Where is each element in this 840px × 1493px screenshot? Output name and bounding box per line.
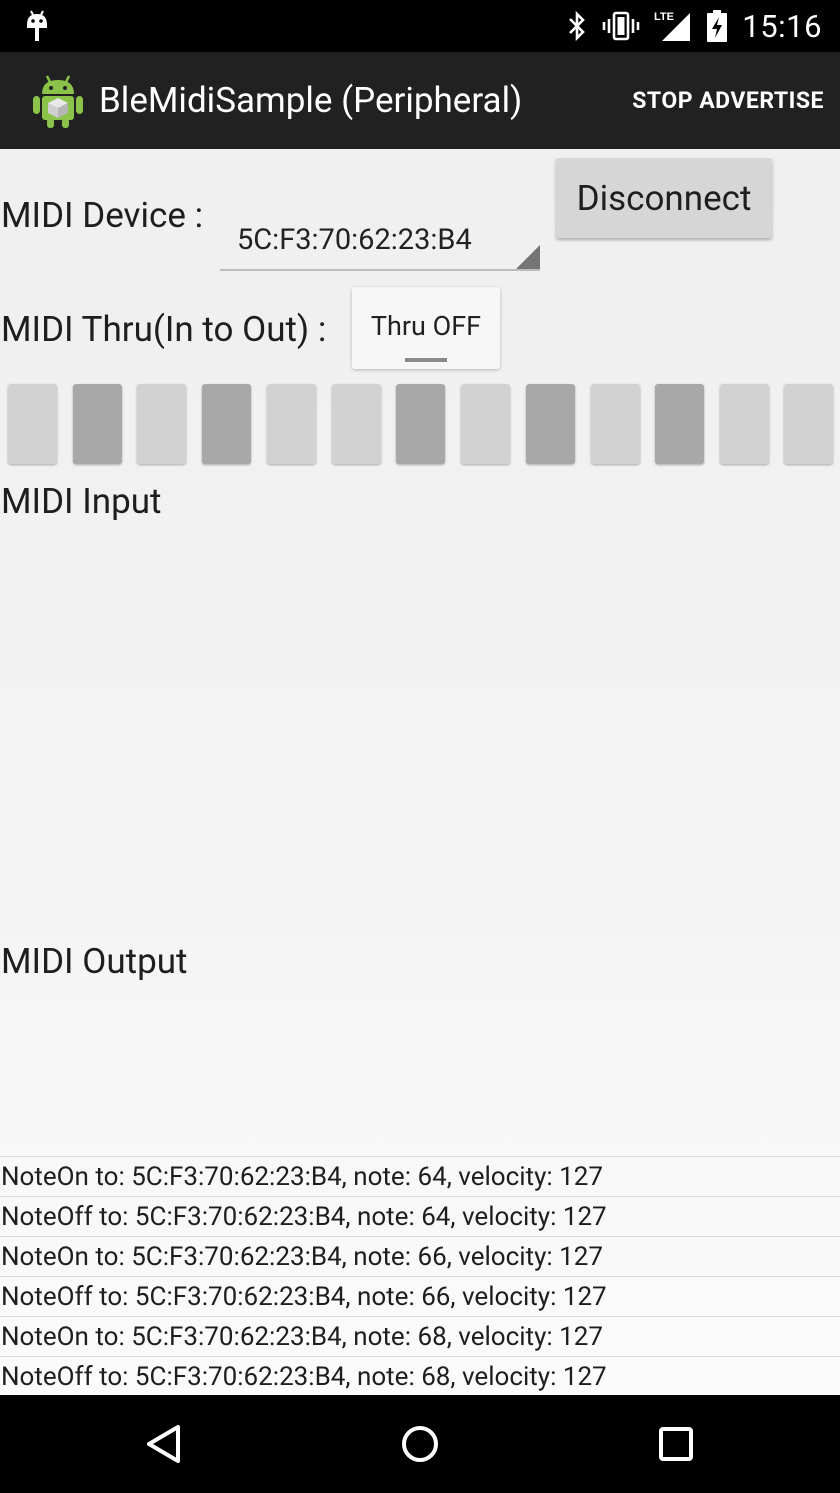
status-bar: LTE 15:16 bbox=[0, 0, 840, 52]
piano-key[interactable] bbox=[396, 384, 445, 464]
toggle-indicator bbox=[405, 358, 447, 362]
thru-toggle-label: Thru OFF bbox=[370, 310, 482, 342]
log-line: NoteOn to: 5C:F3:70:62:23:B4, note: 68, … bbox=[0, 1316, 840, 1356]
piano-key[interactable] bbox=[784, 384, 833, 464]
piano-key[interactable] bbox=[461, 384, 510, 464]
piano-key[interactable] bbox=[591, 384, 640, 464]
log-line: NoteOn to: 5C:F3:70:62:23:B4, note: 64, … bbox=[0, 1156, 840, 1196]
android-debug-icon bbox=[27, 10, 47, 41]
disconnect-button[interactable]: Disconnect bbox=[556, 158, 772, 238]
midi-device-selected: 5C:F3:70:62:23:B4 bbox=[237, 223, 472, 257]
back-icon[interactable] bbox=[140, 1419, 190, 1469]
lte-signal-icon: LTE bbox=[654, 11, 691, 41]
piano-key[interactable] bbox=[137, 384, 186, 464]
midi-output-log: NoteOn to: 5C:F3:70:62:23:B4, note: 64, … bbox=[0, 1156, 840, 1396]
midi-thru-label: MIDI Thru(In to Out) : bbox=[1, 309, 327, 350]
log-line: NoteOff to: 5C:F3:70:62:23:B4, note: 68,… bbox=[0, 1356, 840, 1396]
stop-advertise-button[interactable]: STOP ADVERTISE bbox=[632, 87, 824, 114]
piano-key[interactable] bbox=[655, 384, 704, 464]
piano-key[interactable] bbox=[202, 384, 251, 464]
home-icon[interactable] bbox=[395, 1419, 445, 1469]
battery-charging-icon bbox=[707, 10, 728, 42]
log-line: NoteOn to: 5C:F3:70:62:23:B4, note: 66, … bbox=[0, 1236, 840, 1276]
android-app-icon bbox=[33, 75, 83, 128]
piano-key[interactable] bbox=[73, 384, 122, 464]
piano-key[interactable] bbox=[526, 384, 575, 464]
recents-icon[interactable] bbox=[651, 1419, 701, 1469]
main-content: MIDI Device : 5C:F3:70:62:23:B4 Disconne… bbox=[0, 149, 840, 1395]
midi-device-spinner[interactable]: 5C:F3:70:62:23:B4 bbox=[220, 175, 540, 271]
lte-label: LTE bbox=[654, 11, 674, 23]
thru-toggle-button[interactable]: Thru OFF bbox=[352, 287, 500, 369]
log-line: NoteOff to: 5C:F3:70:62:23:B4, note: 66,… bbox=[0, 1276, 840, 1316]
piano-key[interactable] bbox=[267, 384, 316, 464]
piano-key[interactable] bbox=[8, 384, 57, 464]
status-icons: LTE 15:16 bbox=[566, 0, 822, 52]
midi-device-label: MIDI Device : bbox=[1, 195, 204, 236]
piano-key[interactable] bbox=[332, 384, 381, 464]
bluetooth-icon bbox=[569, 10, 586, 42]
midi-output-label: MIDI Output bbox=[1, 941, 188, 982]
app-title: BleMidiSample (Peripheral) bbox=[99, 80, 523, 121]
piano-keyboard bbox=[0, 384, 840, 468]
action-bar: BleMidiSample (Peripheral) STOP ADVERTIS… bbox=[0, 52, 840, 149]
log-line: NoteOff to: 5C:F3:70:62:23:B4, note: 64,… bbox=[0, 1196, 840, 1236]
navigation-bar bbox=[0, 1395, 840, 1493]
midi-input-label: MIDI Input bbox=[1, 481, 162, 522]
piano-key[interactable] bbox=[720, 384, 769, 464]
status-clock: 15:16 bbox=[742, 7, 822, 45]
dropdown-triangle-icon bbox=[516, 245, 540, 269]
vibrate-icon bbox=[602, 11, 640, 41]
